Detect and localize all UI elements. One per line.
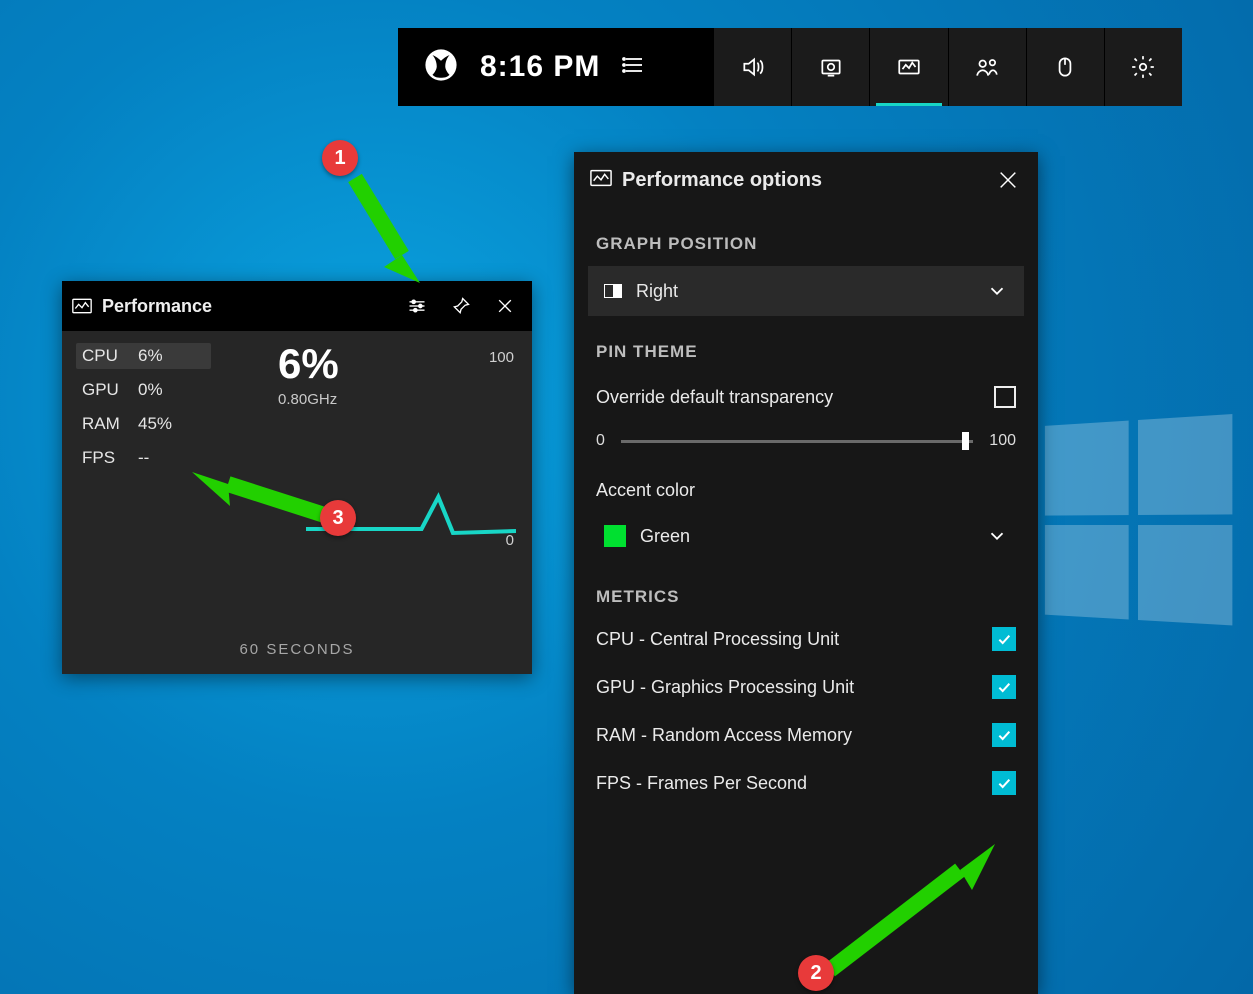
annotation-arrow-1 xyxy=(340,163,430,293)
metric-option-label: FPS - Frames Per Second xyxy=(596,773,992,794)
capture-button[interactable] xyxy=(791,28,869,106)
graph-position-icon xyxy=(604,284,622,298)
perf-metric-label: GPU xyxy=(82,380,128,400)
metric-option: CPU - Central Processing Unit xyxy=(574,615,1038,663)
annotation-bubble-2: 2 xyxy=(798,955,834,991)
perf-metric-label: FPS xyxy=(82,448,128,468)
graph-position-select[interactable]: Right xyxy=(588,266,1024,316)
perf-metric-cpu[interactable]: CPU 6% xyxy=(76,343,211,369)
metric-option: FPS - Frames Per Second xyxy=(574,759,1038,807)
close-button[interactable] xyxy=(994,166,1022,194)
accent-color-select[interactable]: Green xyxy=(588,511,1024,561)
audio-button[interactable] xyxy=(714,28,791,106)
chevron-down-icon xyxy=(986,280,1008,302)
list-icon[interactable] xyxy=(622,53,646,82)
performance-icon xyxy=(590,169,612,192)
perf-metric-value: 0% xyxy=(138,380,163,400)
override-transparency-label: Override default transparency xyxy=(596,387,994,408)
metric-option-label: GPU - Graphics Processing Unit xyxy=(596,677,992,698)
pin-theme-label: PIN THEME xyxy=(574,316,1038,370)
accent-swatch xyxy=(604,525,626,547)
perf-metric-value: -- xyxy=(138,448,149,468)
performance-options-button[interactable] xyxy=(400,289,434,323)
perf-metric-value: 6% xyxy=(138,346,163,366)
annotation-bubble-3: 3 xyxy=(320,500,356,536)
performance-title: Performance xyxy=(102,296,390,317)
metric-option: RAM - Random Access Memory xyxy=(574,711,1038,759)
accent-color-label: Accent color xyxy=(574,450,1038,507)
metrics-label: METRICS xyxy=(574,561,1038,615)
metric-option-label: RAM - Random Access Memory xyxy=(596,725,992,746)
perf-metric-label: RAM xyxy=(82,414,128,434)
windows-logo xyxy=(1045,413,1243,636)
options-title: Performance options xyxy=(622,169,984,192)
slider-max: 100 xyxy=(989,432,1016,450)
graph-ymin: 0 xyxy=(506,532,514,549)
metric-option-checkbox[interactable] xyxy=(992,723,1016,747)
graph-position-label: GRAPH POSITION xyxy=(574,208,1038,262)
chevron-down-icon xyxy=(986,525,1008,547)
metric-option-checkbox[interactable] xyxy=(992,771,1016,795)
slider-min: 0 xyxy=(596,432,605,450)
override-transparency-checkbox[interactable] xyxy=(994,386,1016,408)
accent-value: Green xyxy=(640,526,986,547)
transparency-slider[interactable] xyxy=(621,432,973,450)
gamebar-time: 8:16 PM xyxy=(480,50,600,84)
performance-titlebar: Performance xyxy=(62,281,532,331)
graph-ymax: 100 xyxy=(489,349,514,366)
graph-position-value: Right xyxy=(636,281,986,302)
mouse-button[interactable] xyxy=(1026,28,1104,106)
metric-option-label: CPU - Central Processing Unit xyxy=(596,629,992,650)
metric-option-checkbox[interactable] xyxy=(992,627,1016,651)
performance-button[interactable] xyxy=(869,28,947,106)
perf-metric-ram[interactable]: RAM 45% xyxy=(76,411,211,437)
graph-xaxis: 60 SECONDS xyxy=(76,641,518,658)
xbox-icon xyxy=(424,48,458,87)
close-button[interactable] xyxy=(488,289,522,323)
perf-metric-gpu[interactable]: GPU 0% xyxy=(76,377,211,403)
perf-metric-value: 45% xyxy=(138,414,172,434)
xbox-social-button[interactable] xyxy=(948,28,1026,106)
game-bar: 8:16 PM xyxy=(398,28,1182,106)
metric-option: GPU - Graphics Processing Unit xyxy=(574,663,1038,711)
annotation-bubble-1: 1 xyxy=(322,140,358,176)
settings-button[interactable] xyxy=(1104,28,1182,106)
perf-metric-label: CPU xyxy=(82,346,128,366)
performance-icon xyxy=(72,298,92,314)
metric-option-checkbox[interactable] xyxy=(992,675,1016,699)
pin-button[interactable] xyxy=(444,289,478,323)
